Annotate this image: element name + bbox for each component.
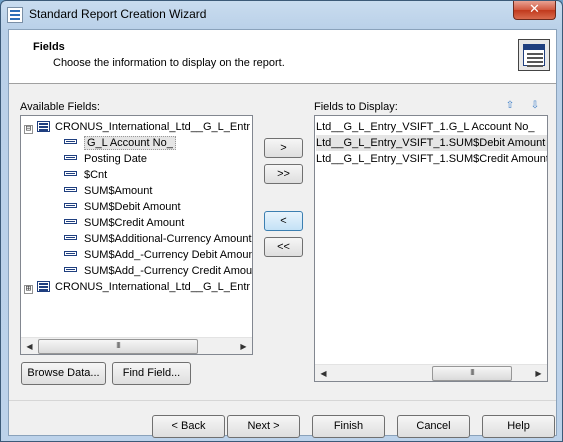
wizard-client-area: Fields Choose the information to display…: [8, 29, 557, 438]
add-field-button[interactable]: >: [264, 138, 303, 158]
tree-field-label: SUM$Add_-Currency Credit Amount: [84, 265, 253, 277]
display-list-item[interactable]: Ltd__G_L_Entry_VSIFT_1.SUM$Credit Amount: [316, 151, 547, 167]
field-icon: [64, 187, 77, 192]
tree-field-item[interactable]: SUM$Additional-Currency Amount: [64, 231, 252, 247]
remove-field-button[interactable]: <: [264, 211, 303, 231]
tree-field-item[interactable]: SUM$Amount: [64, 183, 152, 199]
report-app-icon: [7, 7, 23, 23]
field-icon: [64, 171, 77, 176]
tree-node-table[interactable]: ⊟ CRONUS_International_Ltd__G_L_Entr: [24, 119, 250, 135]
window-title: Standard Report Creation Wizard: [29, 7, 207, 21]
available-fields-tree[interactable]: ⊟ CRONUS_International_Ltd__G_L_Entr G_L …: [20, 115, 253, 355]
field-icon: [64, 139, 77, 144]
next-button[interactable]: Next >: [227, 415, 300, 438]
scroll-right-icon[interactable]: ▶: [235, 338, 252, 354]
footer-divider: [9, 400, 556, 401]
tree-field-item[interactable]: $Cnt: [64, 167, 107, 183]
finish-button[interactable]: Finish: [312, 415, 385, 438]
available-hscrollbar[interactable]: ◀ III ▶: [21, 337, 252, 354]
tree-field-item[interactable]: SUM$Add_-Currency Credit Amount: [64, 263, 253, 279]
field-icon: [64, 155, 77, 160]
wizard-window: Standard Report Creation Wizard ✕ Fields…: [0, 0, 563, 442]
tree-field-label: SUM$Credit Amount: [84, 217, 185, 229]
field-icon: [64, 251, 77, 256]
tree-node-label: CRONUS_International_Ltd__G_L_Entr: [55, 121, 251, 133]
field-icon: [64, 267, 77, 272]
scroll-left-icon[interactable]: ◀: [21, 338, 38, 354]
tree-field-label: G_L Account No_: [84, 136, 176, 150]
page-subtitle: Choose the information to display on the…: [53, 57, 285, 69]
wizard-header: Fields Choose the information to display…: [9, 30, 556, 84]
tree-field-label: SUM$Amount: [84, 185, 153, 197]
display-hscrollbar[interactable]: ◀ III ▶: [315, 364, 547, 381]
tree-field-item[interactable]: SUM$Debit Amount: [64, 199, 181, 215]
fields-to-display-list[interactable]: Ltd__G_L_Entry_VSIFT_1.G_L Account No_ L…: [314, 115, 548, 382]
move-down-icon[interactable]: ⇩: [529, 100, 541, 112]
field-icon: [64, 235, 77, 240]
tree-field-item[interactable]: Posting Date: [64, 151, 147, 167]
field-icon: [64, 203, 77, 208]
tree-field-label: SUM$Debit Amount: [84, 201, 181, 213]
page-title: Fields: [33, 41, 65, 53]
display-list-item[interactable]: Ltd__G_L_Entry_VSIFT_1.G_L Account No_: [316, 119, 535, 135]
table-icon: [37, 281, 50, 292]
remove-all-fields-button[interactable]: <<: [264, 237, 303, 257]
tree-field-label: $Cnt: [84, 169, 108, 181]
scroll-right-icon[interactable]: ▶: [530, 365, 547, 381]
field-icon: [64, 219, 77, 224]
browse-data-button[interactable]: Browse Data...: [21, 362, 106, 385]
report-fields-icon: [518, 39, 550, 71]
cancel-button[interactable]: Cancel: [397, 415, 470, 438]
add-all-fields-button[interactable]: >>: [264, 164, 303, 184]
back-button[interactable]: < Back: [152, 415, 225, 438]
help-button[interactable]: Help: [482, 415, 555, 438]
move-up-icon[interactable]: ⇧: [504, 100, 516, 112]
collapse-icon[interactable]: ⊟: [24, 125, 33, 134]
scroll-left-icon[interactable]: ◀: [315, 365, 332, 381]
tree-node-table[interactable]: ⊞ CRONUS_International_Ltd__G_L_Entr: [24, 279, 250, 295]
table-icon: [37, 121, 50, 132]
tree-node-label: CRONUS_International_Ltd__G_L_Entr: [55, 281, 251, 293]
scroll-thumb[interactable]: III: [38, 339, 198, 354]
title-bar[interactable]: Standard Report Creation Wizard ✕: [1, 1, 562, 29]
tree-field-item[interactable]: SUM$Add_-Currency Debit Amount: [64, 247, 253, 263]
tree-field-item[interactable]: G_L Account No_: [64, 135, 176, 151]
close-button[interactable]: ✕: [513, 1, 556, 20]
tree-field-label: SUM$Add_-Currency Debit Amount: [84, 249, 253, 261]
scroll-thumb[interactable]: III: [432, 366, 512, 381]
tree-field-label: Posting Date: [84, 153, 147, 165]
fields-to-display-label: Fields to Display:: [314, 101, 398, 113]
tree-field-item[interactable]: SUM$Credit Amount: [64, 215, 184, 231]
available-fields-label: Available Fields:: [20, 101, 100, 113]
find-field-button[interactable]: Find Field...: [112, 362, 191, 385]
tree-field-label: SUM$Additional-Currency Amount: [84, 233, 252, 245]
expand-icon[interactable]: ⊞: [24, 285, 33, 294]
display-list-item[interactable]: Ltd__G_L_Entry_VSIFT_1.SUM$Debit Amount: [316, 135, 547, 151]
